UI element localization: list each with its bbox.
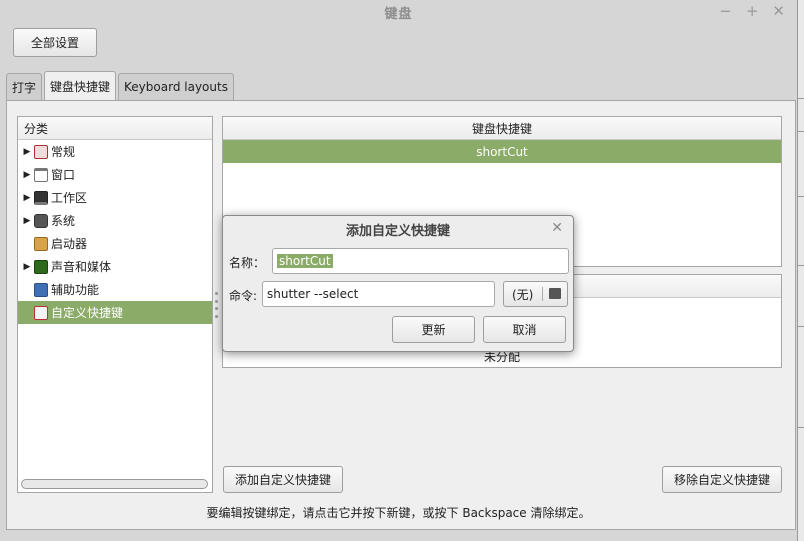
category-item-custom-shortcuts[interactable]: 自定义快捷键 [18,301,212,324]
dialog-close-icon[interactable]: ✕ [551,220,563,236]
tab-keyboard-shortcuts[interactable]: 键盘快捷键 [44,71,117,100]
category-list[interactable]: 分类 ▶ 常规 ▶ 窗口 ▶ 工作区 ▶ 系统 启动器 ▶ 声音和媒体 辅助功能… [17,116,213,493]
folder-icon [549,288,561,299]
cancel-button[interactable]: 取消 [483,316,566,343]
category-label: 自定义快捷键 [51,306,124,320]
category-header: 分类 [18,117,212,140]
tab-typing[interactable]: 打字 [6,73,43,100]
tab-label: Keyboard layouts [124,80,228,94]
maximize-icon[interactable]: + [746,2,759,20]
expander-icon[interactable]: ▶ [21,147,33,157]
category-label: 启动器 [51,237,88,251]
name-label: 名称： [229,256,266,270]
media-icon [34,259,48,274]
category-item-general[interactable]: ▶ 常规 [18,140,212,163]
dialog-title[interactable]: 添加自定义快捷键 [223,216,573,243]
add-custom-shortcut-button[interactable]: 添加自定义快捷键 [223,466,343,493]
tab-keyboard-layouts[interactable]: Keyboard layouts [118,73,234,100]
window-icon [34,167,48,182]
all-settings-button[interactable]: 全部设置 [13,28,97,57]
launcher-icon [34,236,48,251]
tab-label: 键盘快捷键 [50,79,111,94]
category-item-media[interactable]: ▶ 声音和媒体 [18,255,212,278]
category-label: 声音和媒体 [51,260,112,274]
accessibility-icon [34,282,48,297]
hint-text: 要编辑按键绑定，请点击它并按下新键，或按下 Backspace 清除绑定。 [206,506,591,520]
tab-label: 打字 [12,80,37,95]
shortcut-list-header: 键盘快捷键 [223,117,781,140]
window-controls: − + ✕ [719,2,785,20]
category-label: 工作区 [51,191,88,205]
expander-icon[interactable]: ▶ [21,170,33,180]
minimize-icon[interactable]: − [719,2,732,20]
category-label: 常规 [51,145,76,159]
workspace-icon [34,190,48,205]
category-item-accessibility[interactable]: 辅助功能 [18,278,212,301]
tab-bar: 打字 键盘快捷键 Keyboard layouts [6,71,236,100]
background-window-edge [798,0,804,541]
name-field[interactable]: shortCut [272,248,569,274]
close-icon[interactable]: ✕ [772,2,785,20]
expander-icon[interactable]: ▶ [21,193,33,203]
category-item-workspace[interactable]: ▶ 工作区 [18,186,212,209]
pane-resize-handle[interactable] [215,292,218,318]
category-label: 窗口 [51,168,76,182]
shortcut-row[interactable]: shortCut [223,140,781,163]
title-bar[interactable]: 键盘 [0,0,797,24]
category-item-launcher[interactable]: 启动器 [18,232,212,255]
general-icon [34,144,48,159]
category-item-system[interactable]: ▶ 系统 [18,209,212,232]
category-label: 辅助功能 [51,283,100,297]
command-label: 命令: [229,289,258,303]
command-browse-button[interactable]: (无) [503,281,568,307]
command-field[interactable]: shutter --select [262,281,495,307]
expander-icon[interactable]: ▶ [21,262,33,272]
browse-value: (无) [512,287,534,302]
update-button[interactable]: 更新 [392,316,475,343]
window-title: 键盘 [384,6,413,22]
category-label: 系统 [51,214,76,228]
expander-icon[interactable]: ▶ [21,216,33,226]
custom-shortcut-icon [34,305,48,320]
remove-custom-shortcut-button[interactable]: 移除自定义快捷键 [662,466,782,493]
system-icon [34,213,48,228]
add-custom-shortcut-dialog: 添加自定义快捷键 ✕ 名称： shortCut 命令: shutter --se… [222,215,574,352]
horizontal-scrollbar[interactable] [21,479,208,489]
category-item-window[interactable]: ▶ 窗口 [18,163,212,186]
name-field-value: shortCut [277,254,333,268]
